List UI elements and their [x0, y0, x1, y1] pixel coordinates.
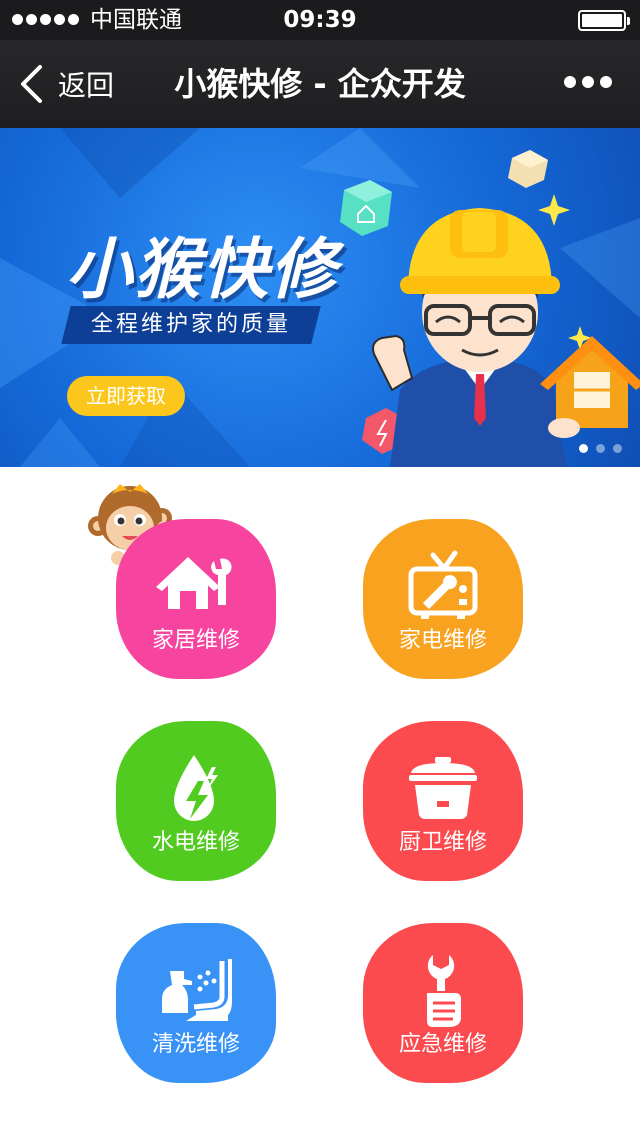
service-label: 家电维修	[398, 628, 487, 653]
spray-seat-icon	[162, 959, 232, 1021]
banner-subtitle: 全程维护家的质量	[90, 312, 291, 337]
water-bolt-icon	[174, 755, 218, 821]
more-dots-icon	[564, 76, 576, 88]
carousel-dot[interactable]	[613, 444, 622, 453]
wrench-hand-icon	[427, 955, 461, 1027]
service-label: 应急维修	[398, 1032, 487, 1057]
more-options-button[interactable]	[564, 76, 612, 88]
status-bar: 中国联通 09:39	[0, 0, 640, 40]
green-cube-icon	[340, 180, 392, 236]
service-label: 家居维修	[151, 628, 240, 653]
status-time: 09:39	[283, 7, 357, 33]
rice-cooker-icon	[409, 757, 477, 819]
back-label: 返回	[58, 69, 115, 102]
service-tile-water-electric-repair[interactable]: 水电维修	[116, 721, 276, 881]
service-label: 厨卫维修	[398, 830, 487, 855]
chevron-left-icon	[21, 65, 42, 103]
service-label: 水电维修	[151, 830, 240, 855]
repairman-illustration	[340, 150, 640, 467]
nav-bar: 返回 小猴快修 - 企众开发	[0, 40, 640, 128]
beige-cube-icon	[508, 150, 548, 188]
carousel-indicator[interactable]	[579, 444, 622, 453]
house-wrench-icon	[156, 557, 232, 609]
battery-icon	[578, 10, 630, 31]
tv-icon	[408, 550, 478, 619]
service-tile-home-repair[interactable]: 家居维修	[116, 519, 276, 679]
carousel-dot[interactable]	[579, 444, 588, 453]
back-button[interactable]: 返回	[18, 62, 114, 106]
carousel-dot[interactable]	[596, 444, 605, 453]
promo-banner[interactable]: 小猴快修 全程维护家的质量 立即获取	[0, 128, 640, 467]
service-tile-cleaning[interactable]: 清洗维修	[116, 923, 276, 1083]
service-tile-emergency-repair[interactable]: 应急维修	[363, 923, 523, 1083]
banner-title: 小猴快修	[66, 231, 338, 308]
service-label: 清洗维修	[151, 1032, 240, 1057]
get-now-button[interactable]: 立即获取	[67, 376, 185, 416]
service-tile-kitchen-bath-repair[interactable]: 厨卫维修	[363, 721, 523, 881]
service-tile-appliance-repair[interactable]: 家电维修	[363, 519, 523, 679]
